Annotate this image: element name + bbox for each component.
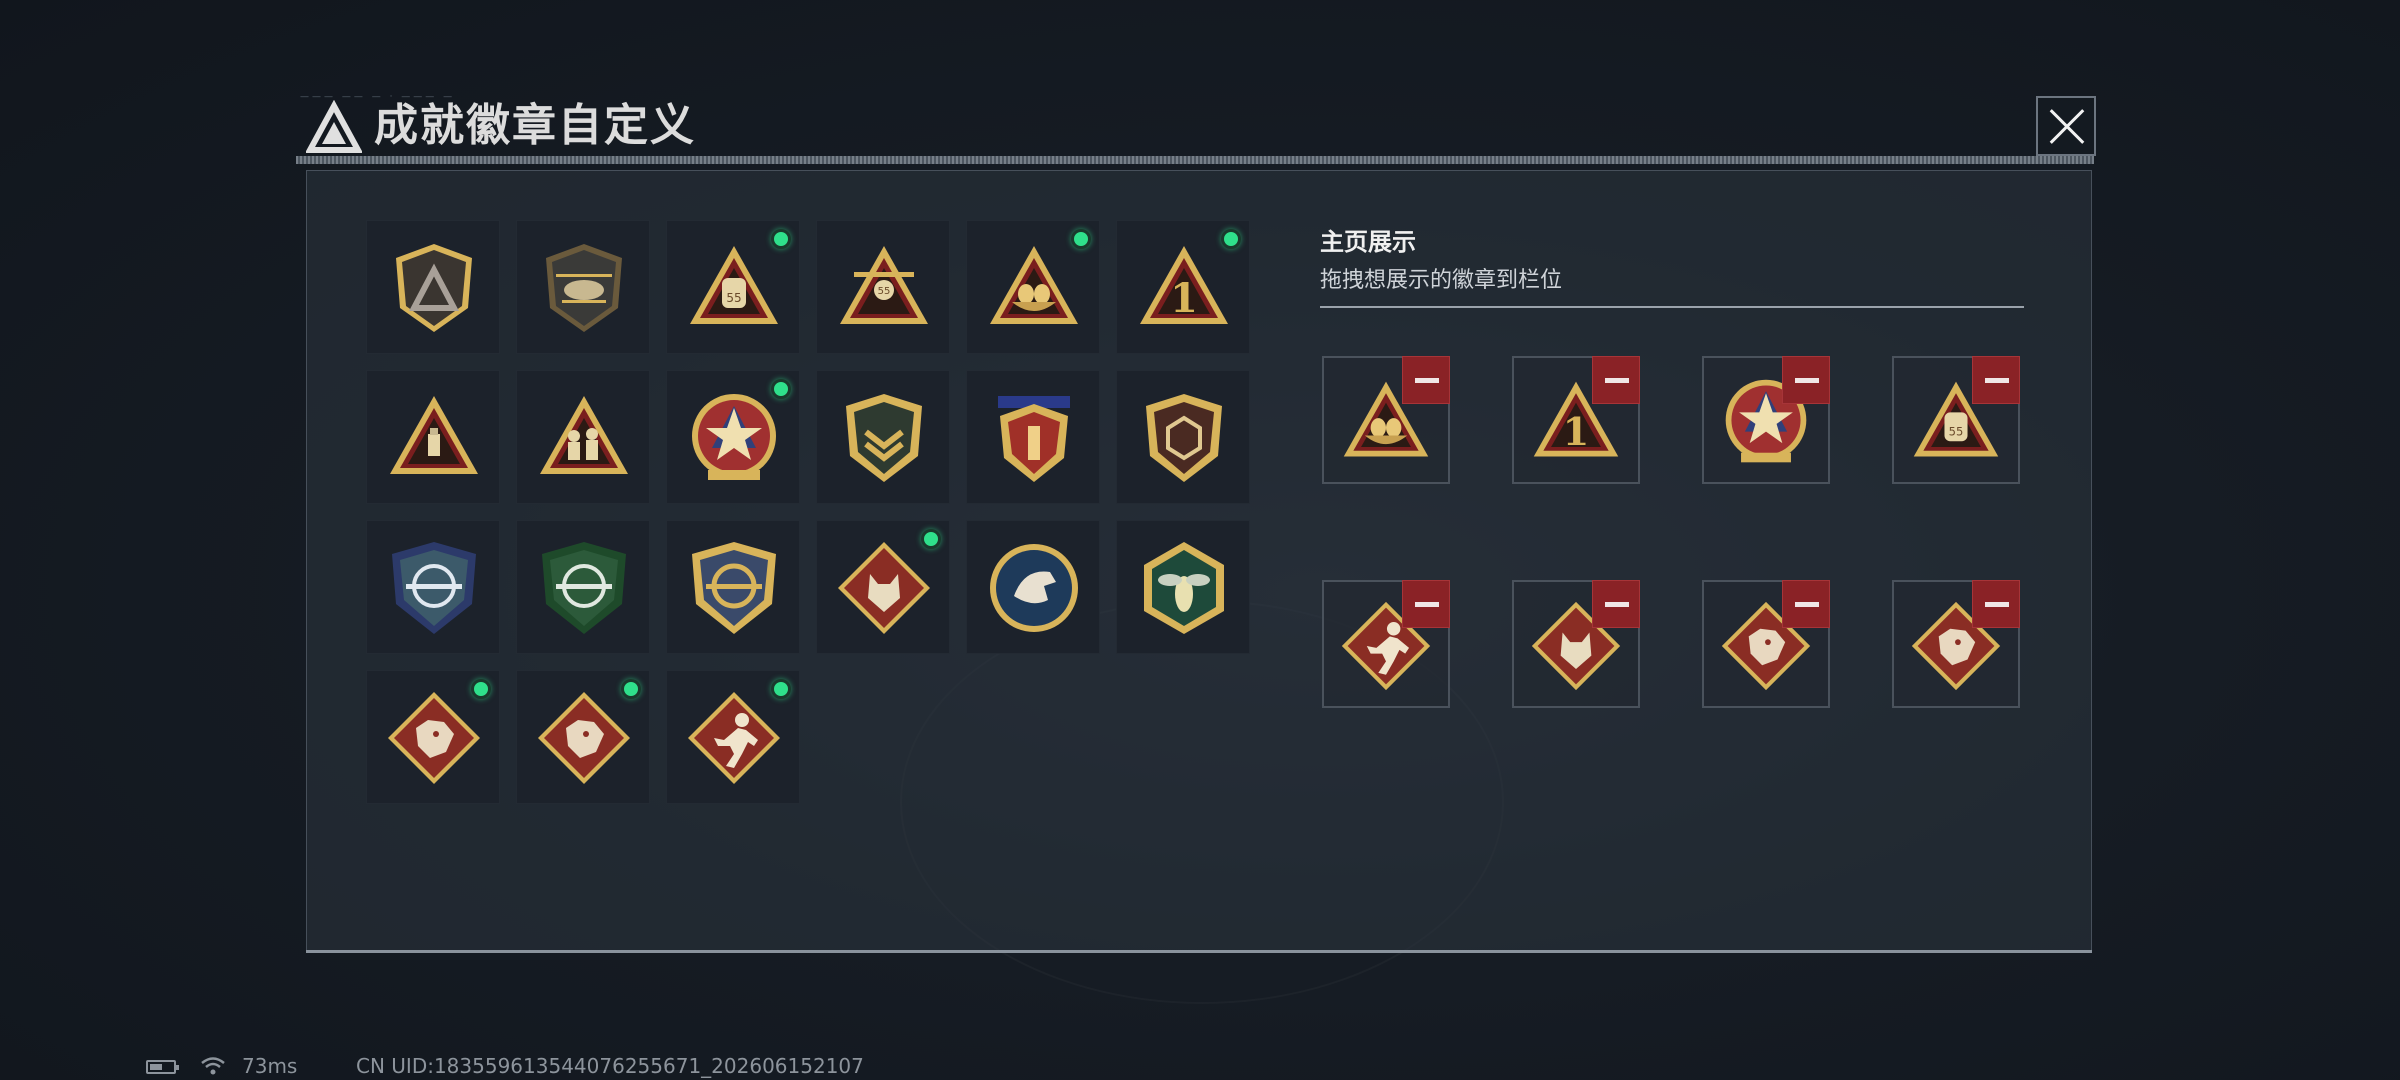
new-indicator-dot [471, 679, 491, 699]
badge-cell[interactable] [366, 520, 500, 654]
badge-cell[interactable] [516, 370, 650, 504]
remove-badge-button[interactable] [1972, 580, 2020, 628]
showcase-slot[interactable] [1702, 356, 1830, 484]
showcase-slot[interactable] [1322, 356, 1450, 484]
showcase-slot[interactable] [1322, 580, 1450, 708]
plane-55-icon: 55 [840, 246, 928, 324]
new-indicator-dot [1071, 229, 1091, 249]
showcase-divider [1320, 306, 2024, 308]
badge-cell[interactable] [366, 370, 500, 504]
svg-text:1: 1 [1170, 275, 1198, 322]
usb-triangle-icon [390, 396, 478, 474]
badge-grid: 55 55 1 [366, 220, 1250, 804]
wolf-diamond-icon [838, 542, 930, 634]
gold-crosshair-sword-icon [692, 542, 776, 634]
svg-text:55: 55 [726, 291, 741, 305]
badge-cell[interactable] [666, 670, 800, 804]
green-crosshair-rifle-icon [542, 542, 626, 634]
badge-cell[interactable] [516, 220, 650, 354]
showcase-slot[interactable]: 1 [1512, 356, 1640, 484]
svg-text:1: 1 [1563, 410, 1590, 455]
badge-cell[interactable] [516, 670, 650, 804]
new-indicator-dot [771, 229, 791, 249]
badge-cell[interactable] [516, 520, 650, 654]
eggs-nest-icon [990, 246, 1078, 324]
badge-cell[interactable] [666, 520, 800, 654]
new-indicator-dot [771, 379, 791, 399]
remove-badge-button[interactable] [1592, 356, 1640, 404]
soldiers-triangle-icon [540, 396, 628, 474]
new-indicator-dot [921, 529, 941, 549]
badge-cell[interactable] [666, 370, 800, 504]
blue-crosshair-rifle-icon [392, 542, 476, 634]
new-indicator-dot [771, 679, 791, 699]
badge-cell[interactable] [1116, 520, 1250, 654]
star-medal-icon [692, 394, 776, 480]
shield-logo-icon [396, 244, 472, 332]
uid-readout: CN UID:18355961354407625567​1_2026061521… [356, 1054, 864, 1078]
new-indicator-dot [1221, 229, 1241, 249]
panel-bottom-border [306, 950, 2092, 953]
showcase-title: 主页展示 [1320, 228, 1416, 256]
showcase-slot[interactable] [1892, 580, 2020, 708]
showcase-slot[interactable] [1512, 580, 1640, 708]
title-divider [296, 156, 2094, 164]
remove-badge-button[interactable] [1782, 356, 1830, 404]
remove-badge-button[interactable] [1782, 580, 1830, 628]
eagle-circle-icon [990, 544, 1078, 632]
page-title: 成就徽章自定义 [374, 100, 696, 151]
badge-cell[interactable] [966, 520, 1100, 654]
showcase-subtitle: 拖拽想展示的徽章到栏位 [1320, 268, 1563, 293]
battery-icon [146, 1060, 179, 1074]
chevron-shield-icon [846, 394, 922, 482]
remove-badge-button[interactable] [1972, 356, 2020, 404]
badge-cell[interactable] [366, 220, 500, 354]
badge-cell[interactable]: 1 [1116, 220, 1250, 354]
remove-badge-button[interactable] [1592, 580, 1640, 628]
triangle-logo-icon [306, 100, 362, 153]
remove-badge-button[interactable] [1402, 356, 1450, 404]
winged-shield-icon [998, 396, 1070, 482]
runner-diamond-icon [688, 692, 780, 784]
showcase-slot[interactable] [1702, 580, 1830, 708]
dragon-diamond-icon [538, 692, 630, 784]
number-one-icon: 1 [1140, 246, 1228, 324]
close-button[interactable] [2036, 96, 2096, 156]
badge-cell[interactable] [966, 370, 1100, 504]
badge-cell[interactable]: 55 [816, 220, 950, 354]
wifi-icon [201, 1057, 225, 1075]
badge-cell[interactable] [1116, 370, 1250, 504]
hornet-hexagon-icon [1144, 542, 1224, 634]
remove-badge-button[interactable] [1402, 580, 1450, 628]
badge-cell[interactable]: 55 [666, 220, 800, 354]
dragon-diamond-icon [388, 692, 480, 784]
ping-readout: 73ms [242, 1054, 298, 1078]
dice-shield-icon [1146, 394, 1222, 482]
badge-cell[interactable] [816, 370, 950, 504]
svg-text:55: 55 [878, 286, 891, 297]
svg-text:55: 55 [1949, 424, 1964, 438]
backpack-55-icon: 55 [690, 246, 778, 324]
badge-cell[interactable] [366, 670, 500, 804]
new-indicator-dot [621, 679, 641, 699]
helicopter-icon [546, 244, 622, 332]
badge-cell[interactable] [816, 520, 950, 654]
badge-cell[interactable] [966, 220, 1100, 354]
showcase-slot[interactable]: 55 [1892, 356, 2020, 484]
